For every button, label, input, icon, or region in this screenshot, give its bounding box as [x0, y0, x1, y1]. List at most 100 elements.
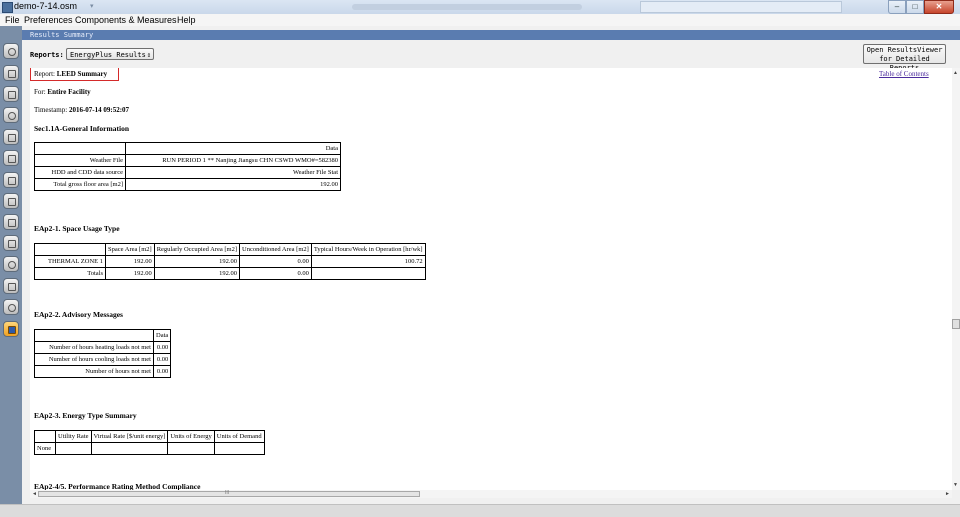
- tab-geometry[interactable]: [3, 150, 19, 166]
- facility-icon: [8, 177, 16, 185]
- column-header: Typical Hours/Week in Operation [hr/wk]: [310, 243, 426, 256]
- results-toolbar: Reports: EnergyPlus Results ⇕ Open Resul…: [22, 40, 960, 72]
- cell-value: 100.72: [310, 255, 426, 268]
- table-row: Number of hours heating loads not met 0.…: [34, 341, 172, 354]
- tab-site[interactable]: [3, 43, 19, 59]
- for-value: Entire Facility: [47, 88, 91, 96]
- menu-preferences[interactable]: Preferences: [24, 14, 73, 26]
- main-panel: Results Summary Reports: EnergyPlus Resu…: [22, 26, 960, 504]
- side-tab-bar: [0, 26, 22, 504]
- column-header: Units of Demand: [213, 430, 265, 443]
- table-corner-cell: [34, 243, 106, 256]
- window-title: demo-7-14.osm: [14, 1, 78, 11]
- scroll-up-icon[interactable]: ▲: [953, 70, 958, 76]
- table-energy-type: Utility Rate Virtual Rate [$/unit energy…: [34, 430, 265, 455]
- table-of-contents-link[interactable]: Table of Contents: [879, 70, 929, 78]
- column-header: Unconditioned Area [m2]: [239, 243, 312, 256]
- tab-output-variables[interactable]: [3, 256, 19, 272]
- horizontal-scroll-thumb[interactable]: III: [38, 490, 420, 497]
- play-icon: [8, 304, 16, 312]
- table-row: HDD and CDD data source Weather File Sta…: [34, 166, 341, 179]
- tab-schedules[interactable]: [3, 65, 19, 81]
- row-label: Weather File: [34, 154, 126, 167]
- column-header: Regularly Occupied Area [m2]: [153, 243, 241, 256]
- reports-selected-value: EnergyPlus Results: [70, 51, 146, 59]
- cell-value: [213, 442, 265, 455]
- row-label: HDD and CDD data source: [34, 166, 126, 179]
- horizontal-scrollbar[interactable]: ◄ III ►: [30, 490, 952, 498]
- calendar-icon: [8, 70, 16, 78]
- table-row: THERMAL ZONE 1 192.00 192.00 0.00 100.72: [34, 255, 426, 268]
- cell-value: 192.00: [153, 267, 241, 280]
- tab-hvac[interactable]: [3, 235, 19, 251]
- maximize-button[interactable]: □: [906, 0, 924, 14]
- menu-file[interactable]: File: [5, 14, 20, 26]
- table-general-info: Data Weather File RUN PERIOD 1 ** Nanjin…: [34, 142, 341, 191]
- title-blur: [352, 4, 582, 10]
- grip-icon: III: [225, 490, 230, 496]
- column-header: Data: [125, 142, 341, 155]
- title-field: [640, 1, 842, 13]
- scroll-left-icon[interactable]: ◄: [32, 490, 37, 498]
- table-header-row: Data: [34, 329, 172, 342]
- row-label: THERMAL ZONE 1: [34, 255, 106, 268]
- cell-value: 0.00: [152, 341, 172, 354]
- vertical-scroll-thumb[interactable]: [952, 319, 960, 329]
- scroll-down-icon[interactable]: ▼: [953, 482, 958, 488]
- menu-bar: File Preferences Components & Measures H…: [0, 14, 960, 26]
- zones-icon: [8, 219, 16, 227]
- space-type-icon: [8, 134, 16, 142]
- app-icon: [2, 2, 13, 13]
- row-label: Totals: [34, 267, 106, 280]
- title-bar: demo-7-14.osm ▾ – □ ✕: [0, 0, 960, 15]
- scroll-right-icon[interactable]: ►: [945, 490, 950, 498]
- cell-value: 192.00: [153, 255, 241, 268]
- table-header-row: Space Area [m2] Regularly Occupied Area …: [34, 243, 426, 256]
- panel-header: Results Summary: [22, 30, 960, 40]
- brick-icon: [8, 91, 16, 99]
- section-title-advisory: EAp2-2. Advisory Messages: [34, 310, 123, 319]
- section-title-space-usage: EAp2-1. Space Usage Type: [34, 224, 120, 233]
- open-results-viewer-button[interactable]: Open ResultsViewer for Detailed Reports: [863, 44, 946, 72]
- tab-simulation-settings[interactable]: [3, 278, 19, 294]
- section-title-energy-type: EAp2-3. Energy Type Summary: [34, 411, 137, 420]
- building-icon: [8, 155, 16, 163]
- cell-value: 192.00: [105, 267, 155, 280]
- table-row: Totals 192.00 192.00 0.00: [34, 267, 426, 280]
- menu-help[interactable]: Help: [177, 14, 196, 26]
- timestamp-value: 2016-07-14 09:52:07: [68, 106, 130, 114]
- table-space-usage: Space Area [m2] Regularly Occupied Area …: [34, 243, 426, 280]
- tab-run-simulation[interactable]: [3, 299, 19, 315]
- vertical-scrollbar[interactable]: ▲ ▼: [952, 68, 960, 490]
- hvac-icon: [8, 240, 16, 248]
- tab-results-summary[interactable]: [3, 321, 19, 337]
- section-title-performance-rating: EAp2-4/5. Performance Rating Method Comp…: [34, 482, 201, 490]
- timestamp-prefix: Timestamp:: [34, 106, 68, 114]
- table-row: None: [34, 442, 265, 455]
- tab-space-types[interactable]: [3, 129, 19, 145]
- menu-components-measures[interactable]: Components & Measures: [75, 14, 177, 26]
- minimize-button[interactable]: –: [888, 0, 906, 14]
- spaces-icon: [8, 198, 16, 206]
- status-bar: [0, 504, 960, 517]
- column-header: Data: [152, 329, 172, 342]
- cell-value: 192.00: [125, 178, 341, 191]
- tab-facility[interactable]: [3, 172, 19, 188]
- chart-icon: [8, 326, 16, 334]
- close-button[interactable]: ✕: [924, 0, 954, 14]
- section-title-general-info: Sec1.1A-General Information: [34, 124, 129, 133]
- reports-select[interactable]: EnergyPlus Results ⇕: [66, 48, 154, 60]
- panel-title: Results Summary: [30, 31, 94, 39]
- tab-loads[interactable]: [3, 107, 19, 123]
- reports-label: Reports:: [30, 51, 64, 59]
- tab-constructions[interactable]: [3, 86, 19, 102]
- open-viewer-line1: Open ResultsViewer: [866, 46, 943, 54]
- row-label: Total gross floor area [m2]: [34, 178, 126, 191]
- tab-thermal-zones[interactable]: [3, 214, 19, 230]
- report-for: For: Entire Facility: [34, 88, 91, 96]
- cell-value: 0.00: [152, 365, 172, 378]
- quick-access-icon[interactable]: ▾: [90, 2, 106, 11]
- settings-icon: [8, 261, 16, 269]
- cell-value: 192.00: [105, 255, 155, 268]
- tab-spaces[interactable]: [3, 193, 19, 209]
